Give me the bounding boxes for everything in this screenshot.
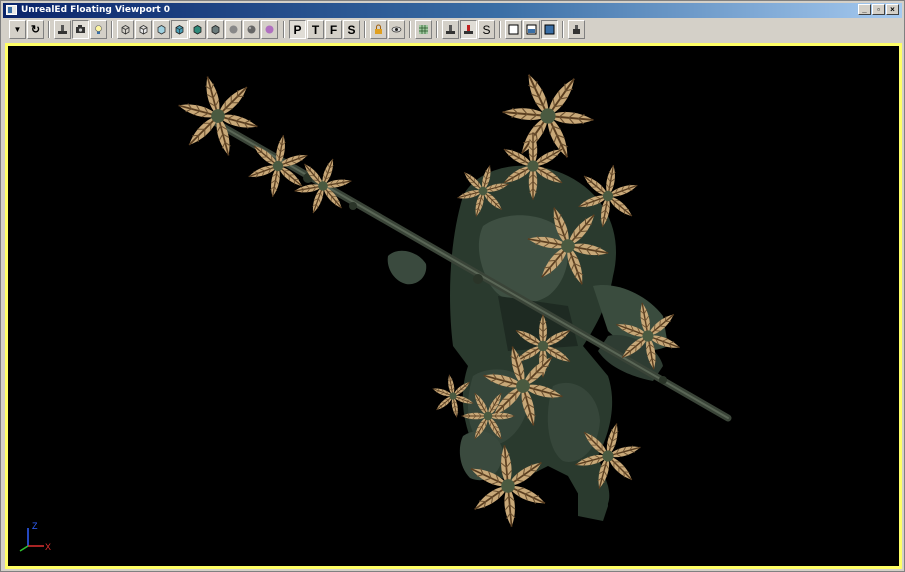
show-flags-button[interactable]	[388, 20, 405, 39]
grid-button[interactable]	[415, 20, 432, 39]
actor-view-button[interactable]	[54, 20, 71, 39]
layout-split-button[interactable]	[523, 20, 540, 39]
actor-icon	[446, 25, 455, 34]
zone-view-button[interactable]	[135, 20, 152, 39]
lighting-only-button[interactable]	[261, 20, 278, 39]
perspective-viewport[interactable]: Z X	[8, 46, 899, 566]
axis-z-label: Z	[32, 521, 38, 531]
caption-buttons: _ ▫ ×	[857, 4, 899, 15]
axis-x-label: X	[45, 542, 51, 552]
actor-icon	[58, 25, 67, 34]
detach-icon	[573, 25, 580, 34]
split-pane-icon	[526, 24, 537, 35]
minimize-button[interactable]: _	[858, 4, 871, 15]
lock-icon	[375, 24, 382, 34]
light-view-button[interactable]	[90, 20, 107, 39]
window-title: UnrealEd Floating Viewport 0	[21, 5, 171, 15]
lightbulb-icon	[95, 25, 102, 34]
viewport-toolbar: ▼ ↻ P T F S S	[5, 20, 902, 40]
brush-cube-icon	[211, 25, 220, 35]
perspective-button[interactable]: P	[289, 20, 306, 39]
menu-dropdown-button[interactable]: ▼	[9, 20, 26, 39]
depth-sphere-icon	[247, 25, 256, 34]
zone-cube-icon	[139, 25, 148, 35]
bsp-cube-icon	[157, 25, 166, 35]
grid-icon	[419, 25, 428, 34]
actor-selected-button[interactable]	[460, 20, 477, 39]
layout-active-button[interactable]	[541, 20, 558, 39]
camera-icon	[76, 25, 85, 33]
realtime-toggle-button[interactable]: ↻	[27, 20, 44, 39]
title-bar[interactable]: UnrealEd Floating Viewport 0 _ ▫ ×	[3, 3, 902, 18]
depth-view-button[interactable]	[243, 20, 260, 39]
close-button[interactable]: ×	[886, 4, 899, 15]
textured-cube-icon	[175, 25, 184, 35]
eye-icon	[391, 26, 402, 33]
viewport-frame: Z X	[5, 43, 902, 569]
unlit-sphere-icon	[229, 25, 238, 34]
red-actor-icon	[464, 25, 473, 34]
lit-cube-icon	[193, 25, 202, 35]
textured-view-button[interactable]	[171, 20, 188, 39]
single-pane-icon	[508, 24, 519, 35]
dropdown-arrow-icon: ▼	[13, 25, 22, 34]
restore-button[interactable]: ▫	[872, 4, 885, 15]
lock-button[interactable]	[370, 20, 387, 39]
actor-lock-button[interactable]	[442, 20, 459, 39]
wireframe-cube-icon	[121, 25, 130, 35]
top-view-button[interactable]: T	[307, 20, 324, 39]
layout-single-button[interactable]	[505, 20, 522, 39]
unlit-view-button[interactable]	[225, 20, 242, 39]
side-view-button[interactable]: S	[343, 20, 360, 39]
sound-view-button[interactable]: S	[478, 20, 495, 39]
dynamic-light-button[interactable]	[189, 20, 206, 39]
refresh-icon: ↻	[30, 24, 41, 36]
scene-render: Z X	[19, 46, 732, 552]
wireframe-button[interactable]	[117, 20, 134, 39]
app-icon	[6, 5, 17, 15]
purple-sphere-icon	[265, 25, 274, 34]
front-view-button[interactable]: F	[325, 20, 342, 39]
axis-widget: Z X	[19, 521, 51, 552]
brush-view-button[interactable]	[207, 20, 224, 39]
camera-view-button[interactable]	[72, 20, 89, 39]
floating-viewport-window: UnrealEd Floating Viewport 0 _ ▫ × ▼ ↻ P…	[0, 0, 905, 572]
bsp-view-button[interactable]	[153, 20, 170, 39]
blue-pane-icon	[544, 24, 555, 35]
detach-button[interactable]	[568, 20, 585, 39]
